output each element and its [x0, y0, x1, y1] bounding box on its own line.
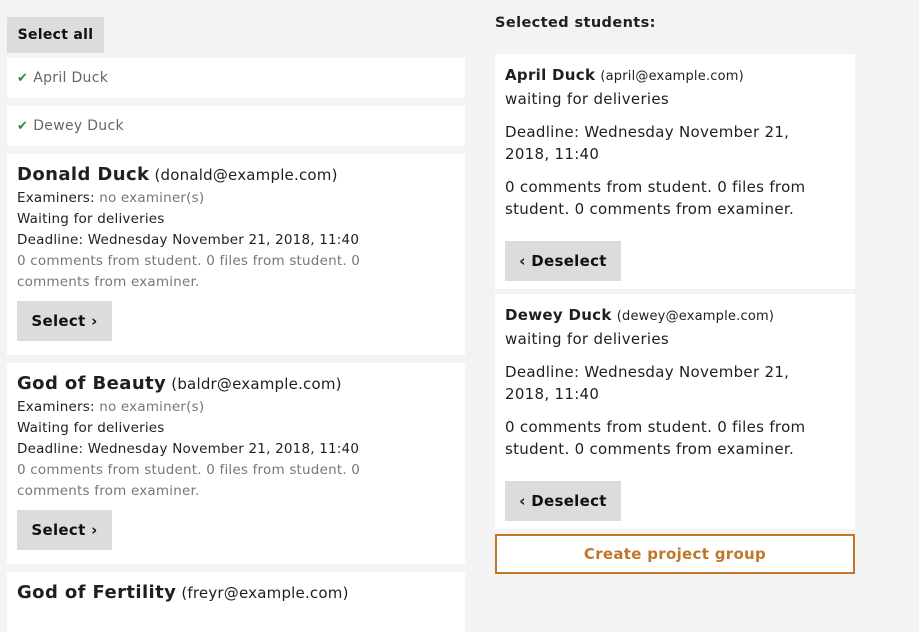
student-status: waiting for deliveries — [505, 330, 670, 348]
student-deadline: Deadline: Wednesday November 21, 2018, 1… — [17, 232, 360, 248]
deselect-button[interactable]: ‹ Deselect — [505, 241, 621, 281]
student-comments: 0 comments from student. 0 files from st… — [505, 178, 806, 218]
student-status: Waiting for deliveries — [17, 420, 165, 436]
select-button[interactable]: Select › — [17, 510, 112, 550]
student-email: (freyr@example.com) — [181, 584, 349, 602]
student-name: April Duck — [33, 70, 109, 86]
student-name: God of Beauty — [17, 373, 167, 394]
chevron-right-icon: › — [91, 312, 98, 330]
check-icon: ✔ — [17, 119, 29, 134]
student-comments: 0 comments from student. 0 files from st… — [17, 462, 361, 499]
student-status: waiting for deliveries — [505, 90, 670, 108]
chevron-right-icon: › — [91, 521, 98, 539]
selected-student-compact-dewey[interactable]: ✔ Dewey Duck — [7, 106, 465, 146]
selected-students-heading: Selected students: — [495, 15, 656, 31]
student-deadline: Deadline: Wednesday November 21, 2018, 1… — [505, 123, 790, 163]
examiners-label: Examiners: — [17, 399, 95, 415]
examiners-value: no examiner(s) — [99, 190, 205, 206]
student-name: Dewey Duck — [505, 306, 612, 324]
chevron-left-icon: ‹ — [519, 252, 526, 270]
select-all-button[interactable]: Select all — [7, 17, 104, 53]
student-status: Waiting for deliveries — [17, 211, 165, 227]
student-name: Dewey Duck — [33, 118, 124, 134]
student-comments: 0 comments from student. 0 files from st… — [17, 253, 361, 290]
examiners-value: no examiner(s) — [99, 399, 205, 415]
student-deadline: Deadline: Wednesday November 21, 2018, 1… — [17, 441, 360, 457]
check-icon: ✔ — [17, 71, 29, 86]
student-email: (april@example.com) — [600, 69, 744, 84]
student-deadline: Deadline: Wednesday November 21, 2018, 1… — [505, 363, 790, 403]
student-list: Select all ✔ April Duck ✔ Dewey Duck Donal… — [7, 17, 465, 632]
student-name: April Duck — [505, 66, 596, 84]
deselect-button[interactable]: ‹ Deselect — [505, 481, 621, 521]
student-card-freyr: God of Fertility (freyr@example.com) — [7, 572, 465, 632]
select-button[interactable]: Select › — [17, 301, 112, 341]
create-project-group-button[interactable]: Create project group — [495, 534, 855, 574]
student-name: Donald Duck — [17, 164, 150, 185]
student-email: (baldr@example.com) — [171, 375, 342, 393]
selected-card-april: April Duck (april@example.com) waiting f… — [495, 54, 855, 289]
student-name: God of Fertility — [17, 582, 177, 603]
select-button-label: Select — [31, 312, 86, 330]
student-card-donald: Donald Duck (donald@example.com) Examine… — [7, 154, 465, 355]
selected-student-compact-april[interactable]: ✔ April Duck — [7, 58, 465, 98]
examiners-label: Examiners: — [17, 190, 95, 206]
student-card-baldr: God of Beauty (baldr@example.com) Examin… — [7, 363, 465, 564]
selected-card-dewey: Dewey Duck (dewey@example.com) waiting f… — [495, 294, 855, 529]
student-email: (dewey@example.com) — [616, 309, 775, 324]
chevron-left-icon: ‹ — [519, 492, 526, 510]
deselect-button-label: Deselect — [531, 492, 607, 510]
select-button-label: Select — [31, 521, 86, 539]
deselect-button-label: Deselect — [531, 252, 607, 270]
student-comments: 0 comments from student. 0 files from st… — [505, 418, 806, 458]
student-email: (donald@example.com) — [154, 166, 338, 184]
